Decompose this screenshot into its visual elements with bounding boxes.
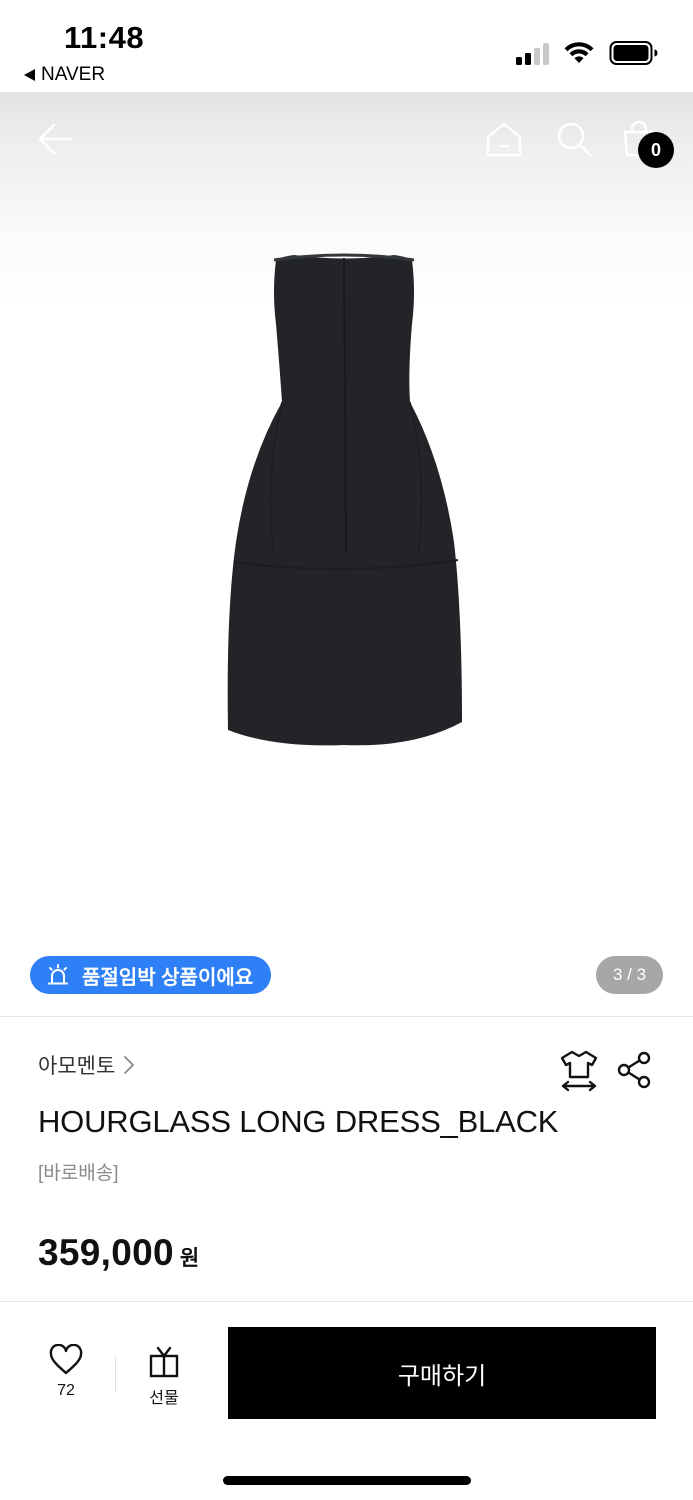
action-divider xyxy=(115,1356,116,1392)
section-divider xyxy=(0,1301,693,1302)
arrow-left-icon xyxy=(38,123,73,155)
low-stock-text: 품절임박 상품이에요 xyxy=(82,966,254,989)
home-button[interactable] xyxy=(481,116,527,162)
size-guide-icon[interactable] xyxy=(558,1048,600,1092)
home-indicator[interactable] xyxy=(223,1476,471,1485)
product-dress-image xyxy=(227,253,462,746)
delivery-tag: [바로배송] xyxy=(38,1163,119,1184)
price: 359,000 원 xyxy=(38,1232,199,1274)
section-divider xyxy=(0,1016,693,1017)
cart-count-badge[interactable]: 0 xyxy=(638,132,674,168)
buy-button[interactable]: 구매하기 xyxy=(228,1327,656,1419)
like-button[interactable]: 72 xyxy=(40,1344,92,1400)
like-count: 72 xyxy=(57,1382,75,1399)
wifi-icon xyxy=(564,42,594,63)
brand-link[interactable]: 아모멘토 xyxy=(38,1050,135,1080)
gift-button[interactable]: 선물 xyxy=(138,1344,190,1408)
price-currency: 원 xyxy=(179,1247,200,1270)
search-icon xyxy=(557,122,592,157)
cellular-signal-icon xyxy=(516,41,549,65)
header-nav xyxy=(0,92,693,188)
image-page-indicator: 3 / 3 xyxy=(596,956,663,994)
product-title: HOURGLASS LONG DRESS_BLACK xyxy=(38,1104,559,1139)
status-icons xyxy=(516,40,659,66)
home-icon xyxy=(486,122,522,157)
low-stock-alert: 품절임박 상품이에요 xyxy=(30,956,272,994)
gift-label: 선물 xyxy=(149,1390,179,1407)
price-value: 359,000 xyxy=(38,1232,174,1273)
search-button[interactable] xyxy=(551,116,597,162)
status-bar: 11:48 NAVER xyxy=(0,0,693,92)
product-image-gallery[interactable]: 품절임박 상품이에요 3 / 3 xyxy=(0,92,693,1014)
back-app-label: NAVER xyxy=(41,64,106,85)
heart-icon xyxy=(49,1344,83,1375)
share-icon[interactable] xyxy=(614,1050,654,1090)
brand-name: 아모멘토 xyxy=(38,1055,116,1078)
back-to-app-link[interactable]: NAVER xyxy=(24,64,105,86)
status-time: 11:48 xyxy=(64,20,145,55)
alarm-light-icon xyxy=(48,964,68,985)
chevron-right-icon xyxy=(124,1056,135,1074)
battery-icon xyxy=(609,41,658,65)
back-triangle-icon xyxy=(24,69,35,81)
back-button[interactable] xyxy=(32,116,78,162)
gift-icon xyxy=(149,1346,179,1378)
